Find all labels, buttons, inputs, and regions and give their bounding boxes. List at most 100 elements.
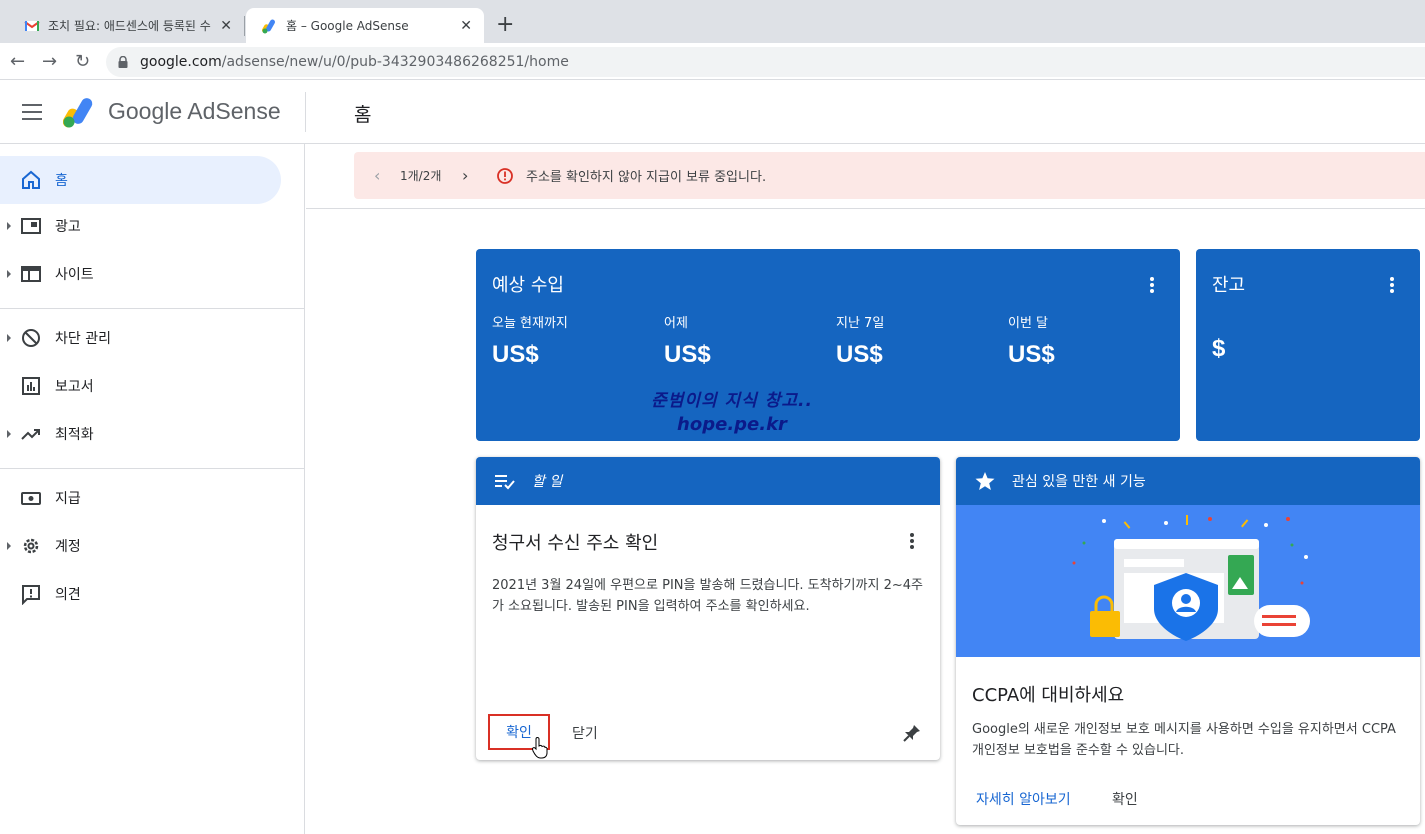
more-options-icon[interactable] — [1150, 277, 1154, 293]
browser-toolbar: ← → ↻ google.com/adsense/new/u/0/pub-343… — [0, 43, 1425, 80]
expand-arrow-icon[interactable] — [7, 542, 11, 550]
lock-icon — [118, 56, 128, 68]
metric-label: 지난 7일 — [836, 316, 885, 331]
adsense-logo-icon[interactable] — [63, 96, 99, 128]
browser-tab-bar: 조치 필요: 애드센스에 등록된 수 ✕ 홈 – Google AdSense … — [0, 0, 1425, 43]
home-icon — [22, 170, 40, 189]
bar-chart-icon — [22, 377, 40, 395]
banner-message: 주소를 확인하지 않아 지급이 보류 중입니다. — [526, 170, 767, 185]
new-tab-button[interactable]: + — [496, 12, 514, 37]
more-options-icon[interactable] — [1390, 277, 1394, 293]
metric-label: 어제 — [664, 316, 688, 331]
close-tab-icon[interactable]: ✕ — [220, 18, 232, 34]
adsense-favicon-icon — [262, 19, 275, 33]
expand-arrow-icon[interactable] — [7, 270, 11, 278]
reload-icon[interactable]: ↻ — [75, 51, 90, 72]
content-divider — [306, 208, 1425, 209]
url-host: google.com — [140, 54, 222, 70]
tab-separator — [244, 16, 245, 36]
url-path: /adsense/new/u/0/pub-3432903486268251/ho… — [221, 54, 569, 70]
sidebar-divider — [0, 308, 305, 309]
todo-description: 2021년 3월 24일에 우편으로 PIN을 발송해 드렸습니다. 도착하기까… — [492, 578, 923, 614]
hand-cursor-icon — [532, 737, 548, 759]
address-bar[interactable]: google.com/adsense/new/u/0/pub-343290348… — [106, 47, 1425, 77]
more-options-icon[interactable] — [910, 533, 914, 549]
metric-yesterday: 어제 US$ — [664, 312, 836, 369]
sidebar-item-home[interactable]: 홈 — [0, 156, 281, 204]
sidebar-item-feedback[interactable]: 의견 — [0, 570, 281, 618]
expand-arrow-icon[interactable] — [7, 430, 11, 438]
watermark-line: hope.pe.kr — [677, 414, 787, 435]
ads-icon — [21, 218, 41, 234]
card-header-title: 관심 있을 만한 새 기능 — [1012, 474, 1146, 490]
sidebar: 홈 광고 사이트 차단 관리 보고서 최적화 지급 계정 의견 — [0, 144, 305, 834]
privacy-illustration — [956, 505, 1420, 657]
watermark-line: 준범이의 지식 창고.. — [651, 391, 813, 411]
header-divider — [305, 92, 306, 132]
alert-banner: ‹ 1개/2개 › 주소를 확인하지 않아 지급이 보류 중입니다. — [354, 152, 1425, 199]
browser-tab-gmail[interactable]: 조치 필요: 애드센스에 등록된 수 ✕ — [8, 8, 244, 43]
dismiss-button[interactable]: 닫기 — [572, 723, 598, 743]
error-icon — [497, 167, 513, 184]
feature-title: CCPA에 대비하세요 — [972, 685, 1125, 706]
feedback-icon — [22, 585, 40, 605]
metric-value: US$ — [1008, 341, 1055, 368]
app-header: Google AdSense 홈 — [0, 80, 1425, 144]
card-header-title: 할 일 — [532, 474, 563, 490]
sidebar-item-label: 지급 — [55, 491, 81, 507]
banner-next-button[interactable]: › — [462, 166, 468, 185]
card-title: 잔고 — [1212, 275, 1246, 296]
learn-more-link[interactable]: 자세히 알아보기 — [976, 789, 1071, 809]
ok-button[interactable]: 확인 — [1112, 789, 1138, 809]
sidebar-item-label: 계정 — [55, 539, 81, 555]
banner-prev-button[interactable]: ‹ — [374, 166, 380, 185]
sidebar-divider — [0, 468, 305, 469]
close-tab-icon[interactable]: ✕ — [460, 18, 472, 34]
expand-arrow-icon[interactable] — [7, 334, 11, 342]
privacy-shield-illustration — [1072, 515, 1310, 641]
tab-title: 조치 필요: 애드센스에 등록된 수 — [48, 19, 211, 33]
checklist-icon — [495, 475, 515, 490]
browser-tab-adsense[interactable]: 홈 – Google AdSense ✕ — [246, 8, 484, 43]
metric-value: US$ — [836, 341, 883, 368]
back-icon[interactable]: ← — [10, 51, 25, 72]
feature-description: Google의 새로운 개인정보 보호 메시지를 사용하면 수입을 유지하면서 … — [972, 722, 1396, 758]
forward-icon[interactable]: → — [42, 51, 57, 72]
estimated-earnings-card: 예상 수입 오늘 현재까지 US$ 어제 US$ 지난 7일 US$ 이번 달 … — [476, 249, 1180, 441]
sidebar-item-optimization[interactable]: 최적화 — [0, 410, 281, 458]
metric-value: US$ — [492, 341, 539, 368]
payments-icon — [21, 492, 41, 505]
metric-value: US$ — [664, 341, 711, 368]
block-icon — [22, 329, 40, 347]
main-menu-icon[interactable] — [22, 104, 42, 120]
sidebar-item-label: 보고서 — [55, 379, 94, 395]
brand-name: Google AdSense — [108, 98, 281, 124]
sidebar-item-payments[interactable]: 지급 — [0, 474, 281, 522]
metric-last-7-days: 지난 7일 US$ — [836, 312, 1008, 369]
sidebar-item-label: 최적화 — [55, 427, 94, 443]
sidebar-item-blocking[interactable]: 차단 관리 — [0, 314, 281, 362]
sidebar-item-sites[interactable]: 사이트 — [0, 250, 281, 298]
sidebar-item-label: 사이트 — [55, 267, 94, 283]
todo-title: 청구서 수신 주소 확인 — [492, 533, 659, 554]
pin-icon[interactable] — [902, 723, 922, 743]
page-title: 홈 — [354, 104, 372, 126]
sidebar-item-account[interactable]: 계정 — [0, 522, 281, 570]
expand-arrow-icon[interactable] — [7, 222, 11, 230]
gmail-icon — [24, 20, 40, 31]
tab-title: 홈 – Google AdSense — [286, 19, 409, 33]
metric-this-month: 이번 달 US$ — [1008, 312, 1180, 369]
card-header: 관심 있을 만한 새 기능 — [956, 457, 1420, 505]
watermark: 준범이의 지식 창고.. hope.pe.kr — [632, 389, 832, 437]
banner-page-count: 1개/2개 — [400, 169, 442, 183]
metric-today: 오늘 현재까지 US$ — [492, 312, 664, 369]
sidebar-item-label: 홈 — [55, 173, 68, 189]
balance-value: $ — [1212, 335, 1226, 362]
todo-card: 할 일 청구서 수신 주소 확인 2021년 3월 24일에 우편으로 PIN을… — [476, 457, 940, 760]
sites-icon — [21, 266, 41, 282]
new-feature-card: 관심 있을 만한 새 기능 CCPA에 대비하세요 Google의 새로운 개인… — [956, 457, 1420, 825]
card-title: 예상 수입 — [492, 275, 564, 296]
sidebar-item-reports[interactable]: 보고서 — [0, 362, 281, 410]
sidebar-item-ads[interactable]: 광고 — [0, 202, 281, 250]
gear-icon — [23, 538, 39, 554]
